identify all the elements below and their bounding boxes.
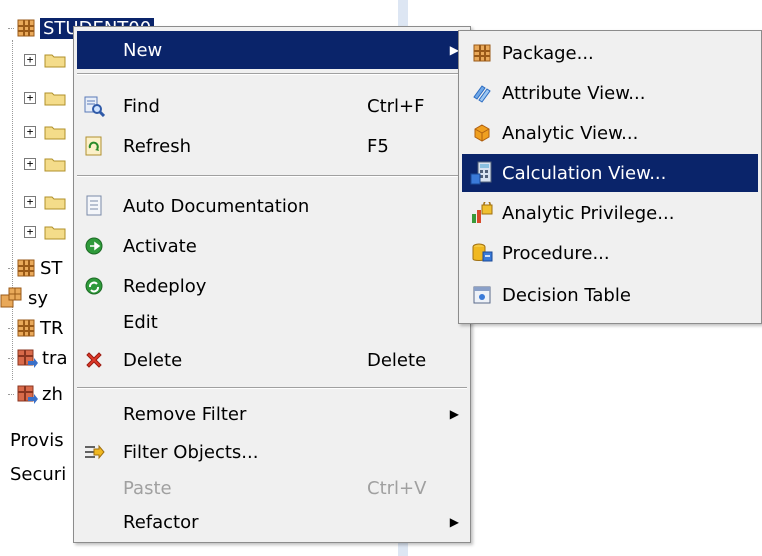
- submenu-item-label: Attribute View...: [502, 82, 646, 104]
- menu-item-shortcut: Ctrl+F: [367, 95, 425, 117]
- menu-item-new[interactable]: New ▶: [77, 31, 467, 69]
- tree-item-label: sy: [28, 287, 49, 309]
- folder-icon: [44, 92, 66, 106]
- menu-item-activate[interactable]: Activate: [77, 227, 467, 265]
- package-icon: [473, 44, 491, 62]
- folder-icon: [44, 54, 66, 68]
- menu-item-label: Auto Documentation: [123, 195, 310, 217]
- tree-item-label: TR: [40, 317, 64, 339]
- delete-icon: [86, 352, 102, 368]
- delivery-unit-icon: [17, 385, 38, 404]
- menu-item-paste[interactable]: Paste Ctrl+V: [77, 469, 467, 507]
- expand-icon[interactable]: +: [24, 92, 36, 104]
- menu-item-label: Activate: [123, 235, 197, 257]
- submenu-item-package[interactable]: Package...: [462, 34, 758, 72]
- menu-item-remove-filter[interactable]: Remove Filter ▶: [77, 395, 467, 433]
- submenu-item-calculation-view[interactable]: Calculation View...: [462, 154, 758, 192]
- folder-icon: [44, 158, 66, 172]
- menu-item-label: Refresh: [123, 135, 191, 157]
- menu-item-label: Remove Filter: [123, 403, 247, 425]
- tree-row[interactable]: TR: [0, 314, 64, 342]
- tree-row[interactable]: Securi: [10, 460, 66, 488]
- menu-separator: [77, 387, 467, 389]
- menu-item-label: Edit: [123, 311, 158, 333]
- package-icon: [17, 259, 35, 277]
- menu-item-label: New: [123, 39, 163, 61]
- menu-item-label: Refactor: [123, 511, 199, 533]
- menu-item-edit[interactable]: Edit: [77, 303, 467, 341]
- submenu-item-label: Calculation View...: [502, 162, 667, 184]
- submenu-arrow-icon: ▶: [449, 407, 459, 421]
- tree-row[interactable]: Provis: [10, 426, 64, 454]
- delivery-unit-icon: [17, 349, 38, 368]
- analytic-privilege-icon: [472, 202, 493, 223]
- submenu-item-attribute-view[interactable]: Attribute View...: [462, 74, 758, 112]
- tree-row[interactable]: zh: [0, 380, 63, 408]
- submenu-arrow-icon: ▶: [449, 515, 459, 529]
- menu-item-redeploy[interactable]: Redeploy: [77, 267, 467, 305]
- decision-table-icon: [473, 286, 491, 304]
- tree-item-label: Provis: [10, 429, 64, 451]
- menu-separator: [77, 175, 467, 177]
- tree-row[interactable]: sy: [0, 284, 48, 312]
- submenu-item-label: Procedure...: [502, 242, 610, 264]
- menu-item-shortcut: Delete: [367, 349, 427, 371]
- context-menu: New ▶ Find Ctrl+F Refresh F5 Auto Docume…: [73, 26, 471, 543]
- calculation-view-icon: [470, 161, 492, 185]
- expand-icon[interactable]: +: [24, 226, 36, 238]
- menu-item-find[interactable]: Find Ctrl+F: [77, 87, 467, 125]
- new-submenu: Package... Attribute View... Analytic Vi…: [458, 30, 762, 324]
- find-icon: [84, 96, 105, 117]
- procedure-icon: [472, 243, 493, 262]
- submenu-item-label: Decision Table: [502, 284, 631, 306]
- submenu-item-analytic-view[interactable]: Analytic View...: [462, 114, 758, 152]
- tree-item-label: zh: [42, 383, 63, 405]
- analytic-view-icon: [474, 124, 490, 142]
- attribute-view-icon: [473, 85, 491, 103]
- menu-separator: [77, 73, 467, 75]
- folder-icon: [44, 126, 66, 140]
- folder-icon: [44, 196, 66, 210]
- menu-item-label: Filter Objects...: [123, 441, 259, 463]
- menu-item-delete[interactable]: Delete Delete: [77, 341, 467, 379]
- tree-item-label: ST: [40, 257, 63, 279]
- package-icon: [17, 19, 35, 37]
- filter-icon: [85, 444, 105, 460]
- system-package-icon: [0, 287, 22, 308]
- menu-item-label: Redeploy: [123, 275, 207, 297]
- submenu-item-label: Analytic View...: [502, 122, 639, 144]
- expand-icon[interactable]: +: [24, 196, 36, 208]
- package-icon: [17, 319, 35, 337]
- refresh-icon: [85, 136, 102, 156]
- menu-item-shortcut: Ctrl+V: [367, 477, 427, 499]
- menu-item-auto-documentation[interactable]: Auto Documentation: [77, 187, 467, 225]
- expand-icon[interactable]: +: [24, 158, 36, 170]
- folder-icon: [44, 226, 66, 240]
- redeploy-icon: [85, 277, 103, 295]
- submenu-item-label: Analytic Privilege...: [502, 202, 675, 224]
- document-icon: [86, 195, 102, 216]
- menu-item-shortcut: F5: [367, 135, 389, 157]
- tree-item-label: tra: [42, 347, 68, 369]
- submenu-item-procedure[interactable]: Procedure...: [462, 234, 758, 272]
- activate-icon: [85, 237, 103, 255]
- expand-icon[interactable]: +: [24, 126, 36, 138]
- tree-item-label: Securi: [10, 463, 67, 485]
- tree-row[interactable]: tra: [0, 344, 68, 372]
- submenu-item-label: Package...: [502, 42, 594, 64]
- menu-item-refactor[interactable]: Refactor ▶: [77, 503, 467, 541]
- menu-item-refresh[interactable]: Refresh F5: [77, 127, 467, 165]
- submenu-item-decision-table[interactable]: Decision Table: [462, 276, 758, 314]
- submenu-item-analytic-privilege[interactable]: Analytic Privilege...: [462, 194, 758, 232]
- expand-icon[interactable]: +: [24, 54, 36, 66]
- menu-item-filter-objects[interactable]: Filter Objects...: [77, 433, 467, 471]
- tree-row[interactable]: ST: [0, 254, 62, 282]
